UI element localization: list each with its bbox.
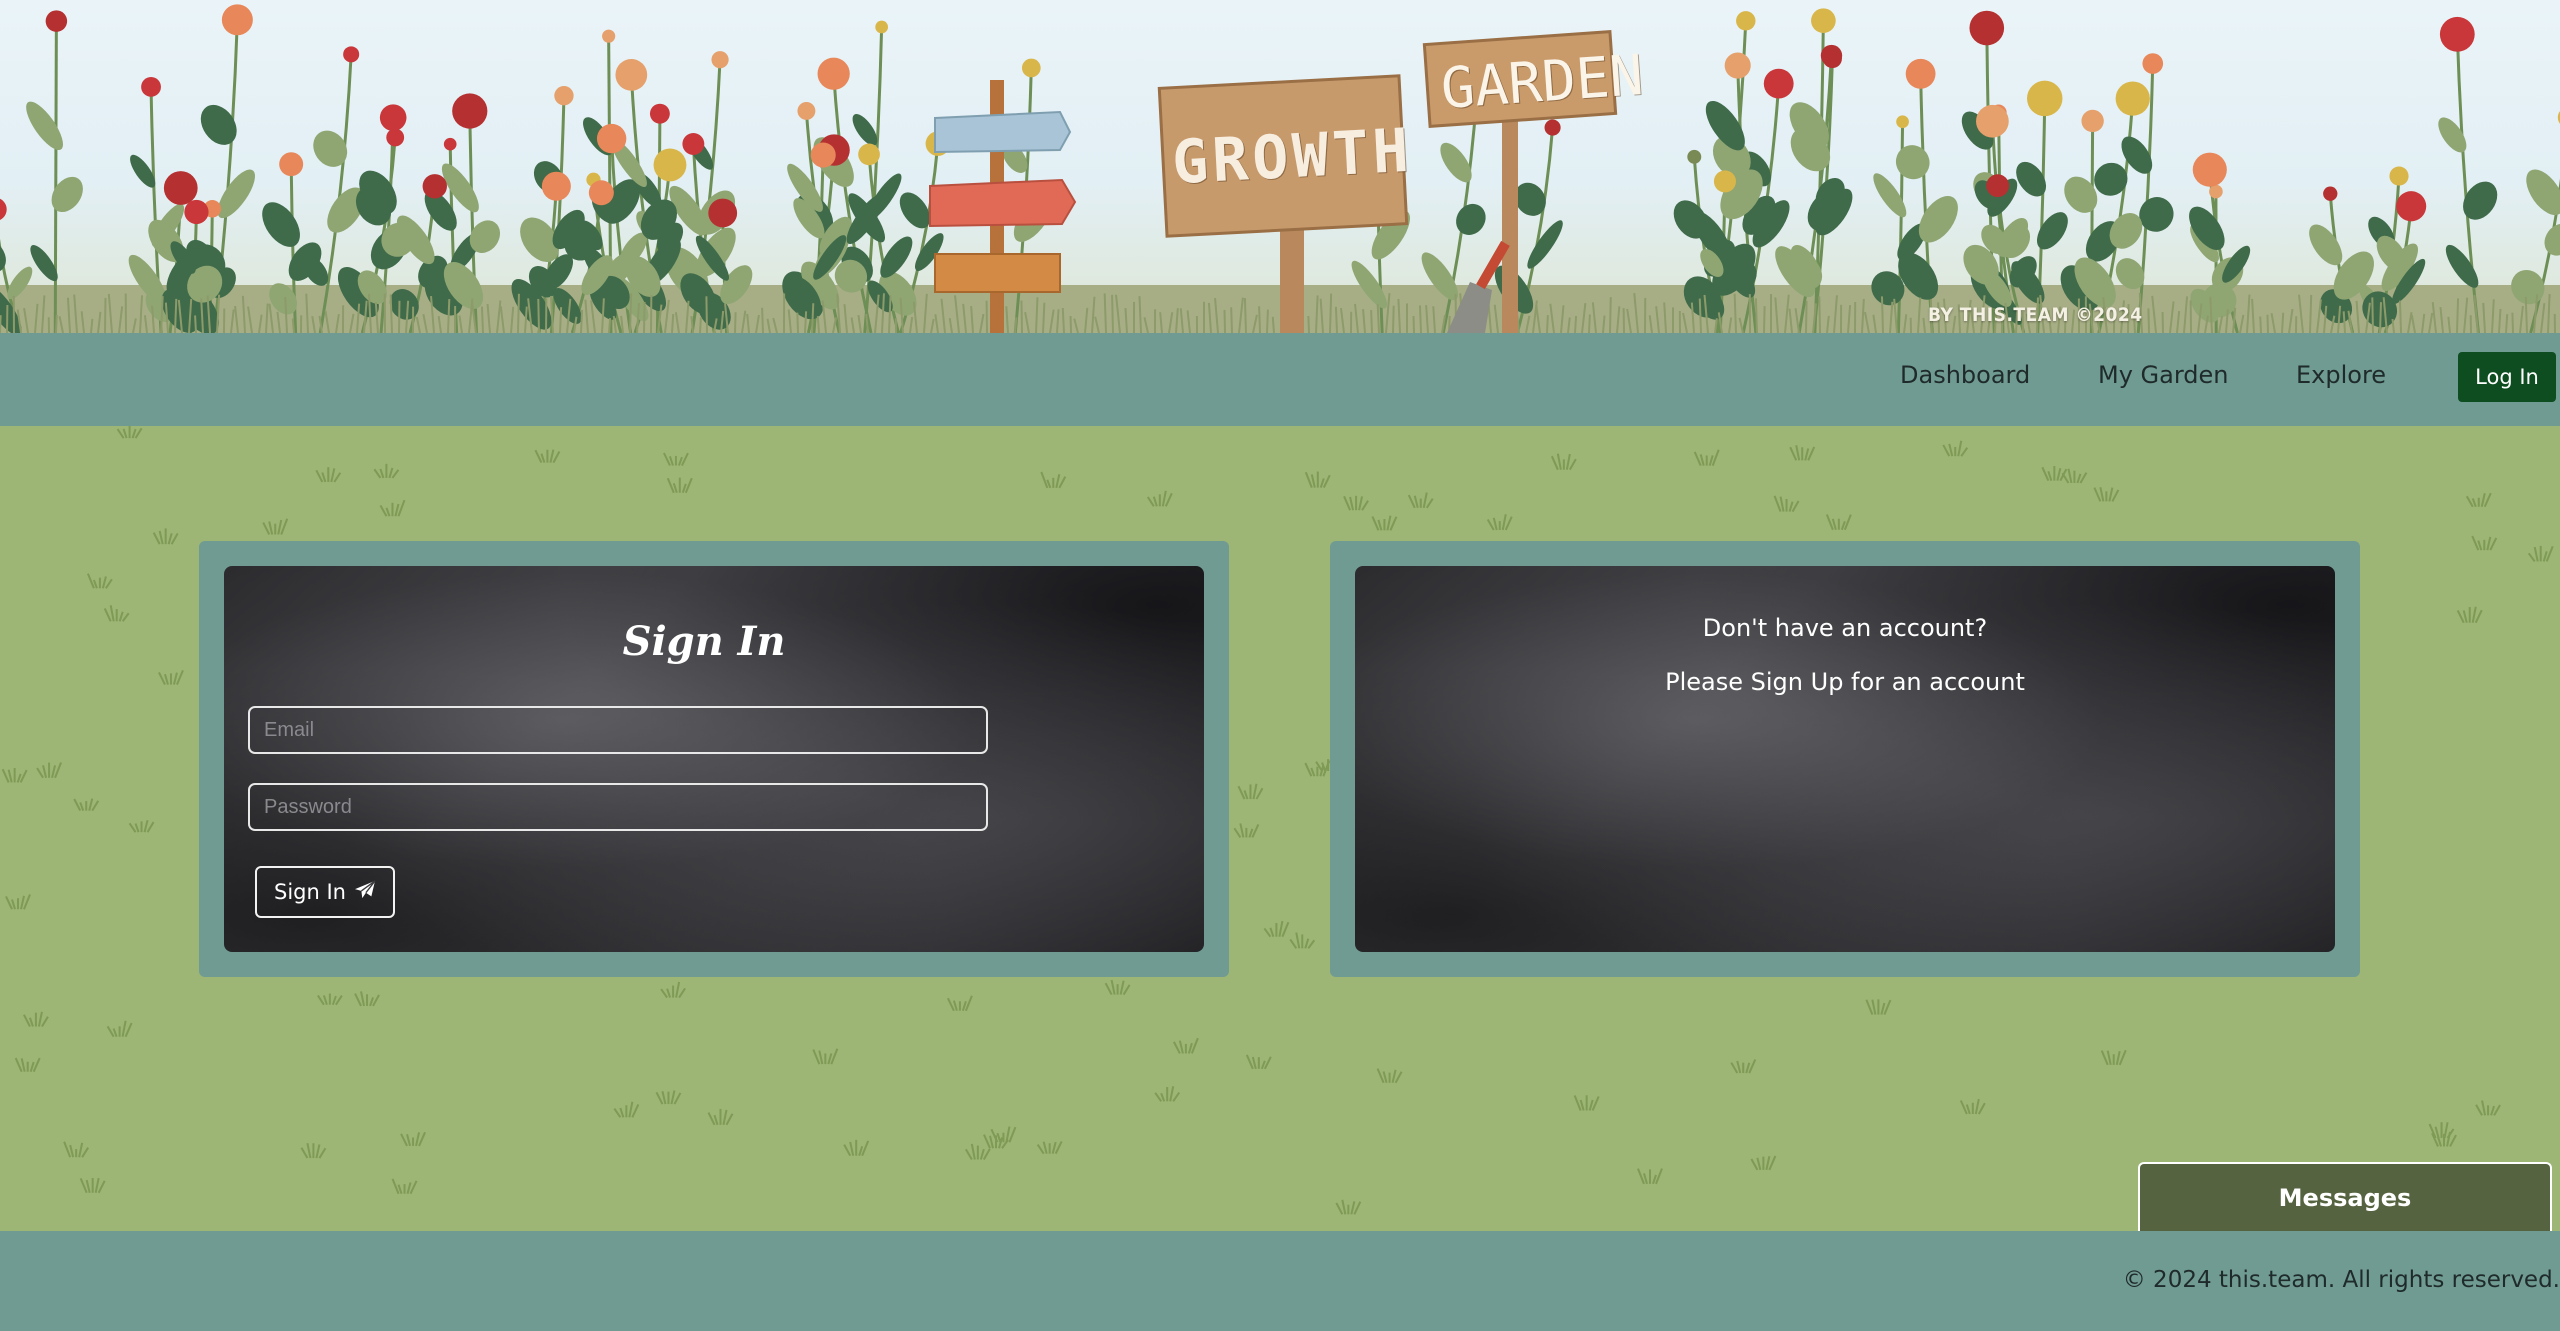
signin-button-label: Sign In xyxy=(274,880,346,904)
signin-button[interactable]: Sign In xyxy=(255,866,395,918)
signin-title: Sign In xyxy=(622,618,786,665)
nav-link-dashboard[interactable]: Dashboard xyxy=(1900,361,2030,389)
signup-prompt: Please Sign Up for an account xyxy=(1665,668,2025,696)
nav-link-explore[interactable]: Explore xyxy=(2296,361,2386,389)
top-navbar: Dashboard My Garden Explore xyxy=(0,333,2560,426)
signup-card: Don't have an account? Please Sign Up fo… xyxy=(1330,541,2360,977)
password-field[interactable] xyxy=(248,783,988,831)
no-account-question: Don't have an account? xyxy=(1702,614,1988,642)
growth-sign-text: GROWTH xyxy=(1170,115,1415,199)
footer: © 2024 this.team. All rights reserved. xyxy=(0,1231,2560,1331)
login-button[interactable]: Log In xyxy=(2458,352,2556,402)
messages-label: Messages xyxy=(2278,1183,2412,1212)
email-field[interactable] xyxy=(248,706,988,754)
garden-banner: GROWTH GARDEN BY THIS.TEAM ©2024 xyxy=(0,0,2560,333)
nav-link-my-garden[interactable]: My Garden xyxy=(2098,361,2229,389)
signup-chalkboard: Don't have an account? Please Sign Up fo… xyxy=(1355,566,2335,952)
messages-tab[interactable]: Messages xyxy=(2138,1162,2552,1231)
paper-plane-icon xyxy=(354,879,376,905)
footer-copyright: © 2024 this.team. All rights reserved. xyxy=(2122,1267,2560,1293)
signin-card: Sign In Sign In xyxy=(199,541,1229,977)
banner-credit: BY THIS.TEAM ©2024 xyxy=(1928,304,2143,326)
signin-chalkboard: Sign In Sign In xyxy=(224,566,1204,952)
